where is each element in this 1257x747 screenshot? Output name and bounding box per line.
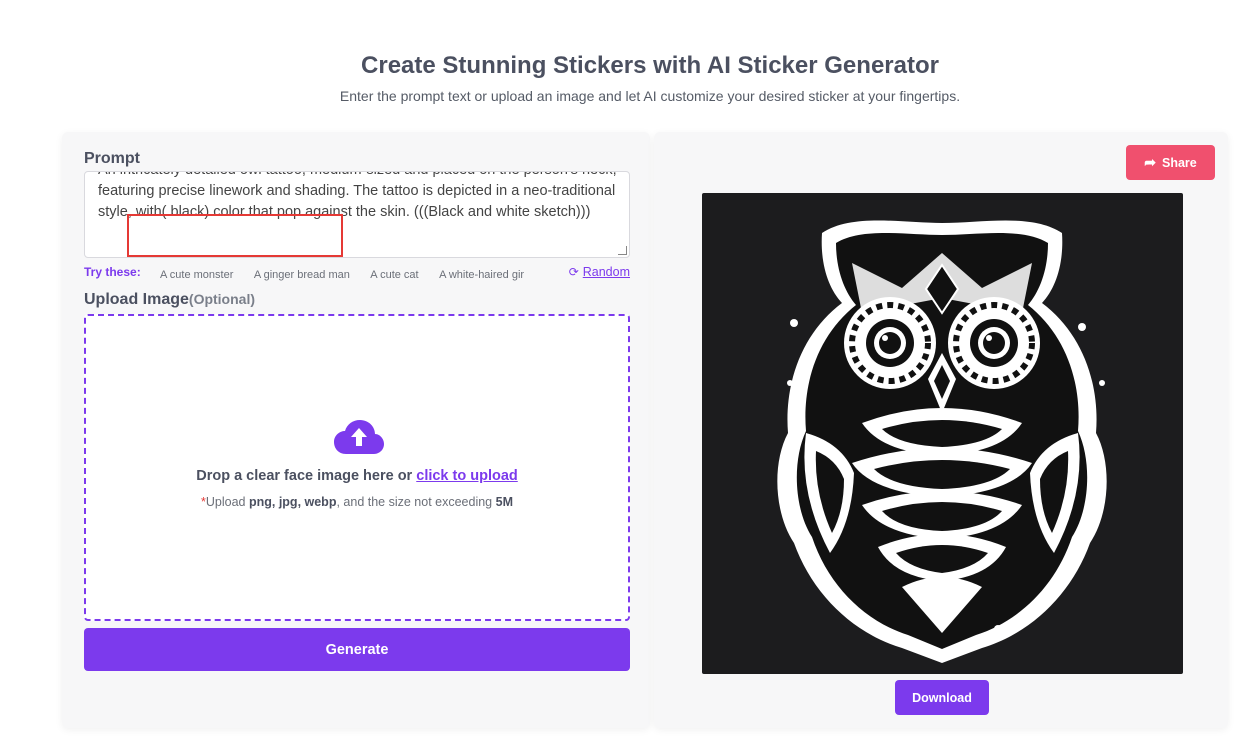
page-title: Create Stunning Stickers with AI Sticker… <box>361 52 939 79</box>
annotation-highlight-box <box>127 214 343 257</box>
prompt-label: Prompt <box>84 150 140 167</box>
generated-sticker-image <box>702 193 1183 674</box>
share-button[interactable]: ➦ Share <box>1126 145 1215 180</box>
upload-note: *Upload png, jpg, webp, and the size not… <box>200 495 513 509</box>
download-button[interactable]: Download <box>895 680 989 715</box>
try-these-label: Try these: <box>84 265 141 279</box>
refresh-icon: ⟳ <box>568 265 579 279</box>
click-to-upload-link[interactable]: click to upload <box>416 468 518 484</box>
suggestion-chip[interactable]: A ginger bread man <box>254 267 350 283</box>
drop-instructions: Drop a clear face image here or click to… <box>196 468 518 484</box>
cloud-upload-icon <box>334 420 384 454</box>
try-these-row: Try these: A cute monster A ginger bread… <box>84 265 630 283</box>
page-subtitle: Enter the prompt text or upload an image… <box>339 88 961 104</box>
resize-handle[interactable] <box>618 246 627 255</box>
suggestion-chip[interactable]: A cute monster <box>160 267 233 283</box>
input-panel: Prompt An intricately detailed owl tatto… <box>62 132 650 728</box>
optional-tag: (Optional) <box>188 291 256 307</box>
upload-label: Upload Image(Optional) <box>84 291 256 308</box>
suggestion-chips: A cute monster A ginger bread man A cute… <box>160 265 556 283</box>
owl-sticker-illustration <box>777 220 1107 663</box>
suggestion-chip[interactable]: A white-haired gir <box>439 267 524 283</box>
random-button[interactable]: ⟳ Random <box>569 265 630 279</box>
result-panel: ➦ Share Download <box>654 132 1228 728</box>
random-label: Random <box>582 265 630 279</box>
upload-dropzone[interactable]: Drop a clear face image here or click to… <box>84 314 630 621</box>
suggestion-chip[interactable]: A cute cat <box>370 267 418 283</box>
generate-button[interactable]: Generate <box>84 628 630 671</box>
share-arrow-icon: ➦ <box>1144 154 1156 170</box>
